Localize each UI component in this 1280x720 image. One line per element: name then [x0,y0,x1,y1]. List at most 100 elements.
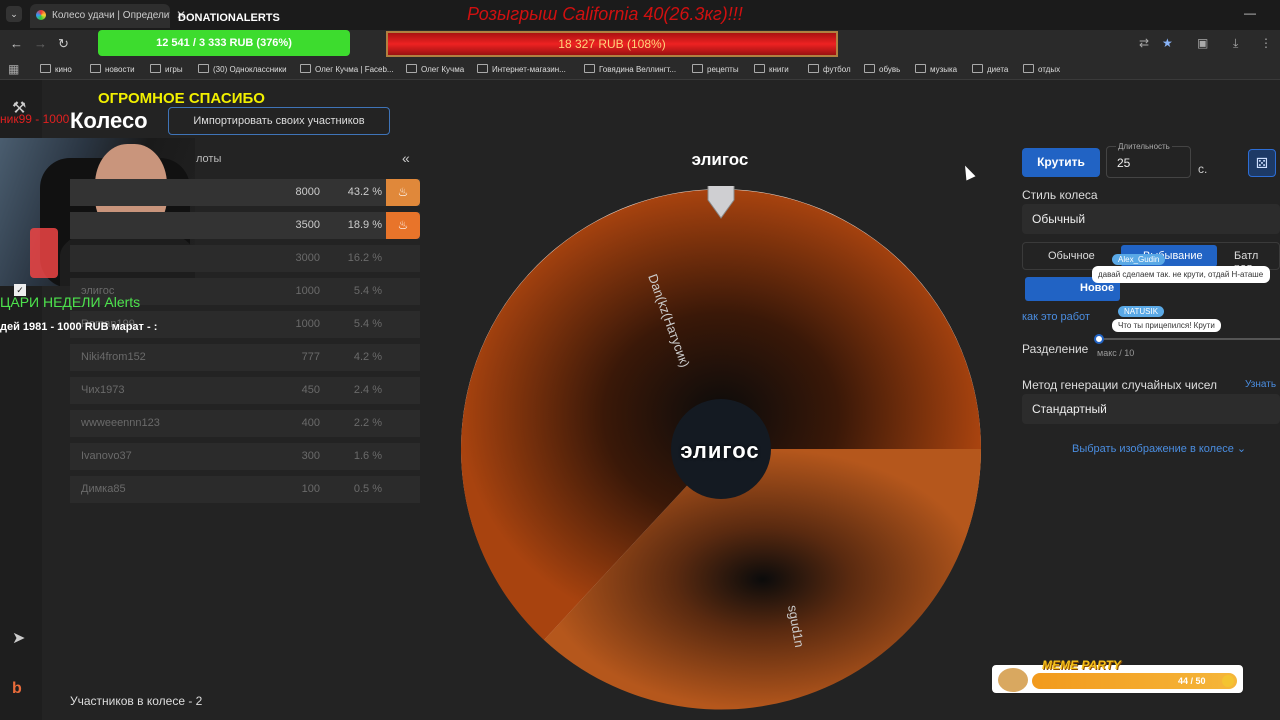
lot-amount: 400 [301,417,320,429]
alerts-overlay-tag: ЦАРИ НЕДЕЛИ Alerts [0,294,141,310]
pick-image-link[interactable]: Выбрать изображение в колесе ⌄ [1072,442,1246,455]
lot-light-icon[interactable]: ♨ [386,179,420,206]
lot-light-icon[interactable]: ♨ [386,212,420,239]
doge-icon [998,668,1028,692]
bookmark[interactable]: диета [972,64,1008,74]
lot-name: wwweeennn123 [81,417,160,429]
bookmark[interactable]: Олег Кучма | Faceb... [300,64,394,74]
wheel-center-name: элигос [680,438,760,463]
lot-percent: 4.2 % [353,351,382,363]
spin-button[interactable]: Крутить [1022,148,1100,177]
reload-icon[interactable]: ↻ [58,36,69,52]
lot-amount: 3000 [295,252,320,264]
lot-amount: 450 [301,384,320,396]
chat-text: Что ты прицепился! Крути [1118,321,1215,330]
duration-value[interactable]: 25 [1117,156,1130,170]
split-slider-knob[interactable] [1094,334,1104,344]
donation-scroller: ник99 - 1000 [0,112,70,126]
lot-row[interactable]: Niki4from152 777 4.2 % [70,344,420,371]
chat-text: давай сделаем так. не крути, отдай Н-ата… [1098,270,1264,279]
lot-percent: 16.2 % [347,252,382,264]
random-dice-icon[interactable]: ⚄ [1248,149,1276,177]
browser-menu-icon[interactable]: ⋮ [1260,36,1272,50]
rng-learn-link[interactable]: Узнать [1245,379,1276,390]
winner-label: элигос [691,150,749,169]
lot-row[interactable]: 8000 43.2 % ♨ [70,179,420,206]
lot-name: Димка85 [81,483,126,495]
bookmark[interactable]: Интернет-магазин... [477,64,566,74]
bookmark[interactable]: отдых [1023,64,1060,74]
chat-message: Что ты прицепился! Крути [1112,319,1221,332]
rng-label: Метод генерации случайных чисел [1022,378,1218,392]
bookmark[interactable]: кино [40,64,72,74]
minimize-icon[interactable]: — [1244,6,1256,20]
lot-percent: 5.4 % [353,285,382,297]
lot-amount: 8000 [295,186,320,198]
bookmark[interactable]: Олег Кучма [406,64,464,74]
donation-goal-red: 18 327 RUB (108%) [386,31,838,57]
telegram-icon[interactable]: ➤ [12,628,25,648]
lot-row[interactable]: 3000 16.2 % [70,245,420,272]
download-icon[interactable]: ⤓ [1233,36,1238,51]
import-participants-button[interactable]: Импортировать своих участников [168,107,390,135]
raffle-banner: Розыгрыш California 40(26.3кг)!!! [467,4,743,24]
lot-percent: 1.6 % [353,450,382,462]
lot-percent: 5.4 % [353,318,382,330]
mode-tab[interactable]: Обычное [1048,250,1095,262]
chevron-down-icon: ⌄ [1236,443,1247,455]
alerts-overlay-strip: дей 1981 - 1000 RUB марат - : [0,321,158,333]
bookmark[interactable]: (30) Одноклассники [198,64,287,74]
chat-username: Alex_Gudin [1112,254,1166,265]
lot-row[interactable]: wwweeennn123 400 2.2 % [70,410,420,437]
lot-row[interactable]: Димка85 100 0.5 % [70,476,420,503]
split-label: Разделение [1022,342,1089,356]
back-icon[interactable]: ← [10,36,23,51]
pick-image-label: Выбрать изображение в колесе [1072,443,1234,455]
bookmark[interactable]: рецепты [692,64,739,74]
bookmark[interactable]: музыка [915,64,957,74]
forward-icon[interactable]: → [34,36,47,51]
red-light [30,228,58,278]
brand-logo-icon[interactable]: b [12,680,22,698]
lot-name: Niki4from152 [81,351,146,363]
bookmark[interactable]: Говядина Веллингт... [584,64,676,74]
bookmark[interactable]: новости [90,64,135,74]
meme-party-count: 44 / 50 [1178,676,1206,686]
lot-amount: 1000 [295,285,320,297]
lot-percent: 0.5 % [353,483,382,495]
bookmark[interactable]: обувь [864,64,900,74]
lot-name: Чих1973 [81,384,125,396]
bookmark[interactable]: игры [150,64,183,74]
how-it-works-link[interactable]: как это работ [1022,311,1090,323]
lot-row[interactable]: Чих1973 450 2.4 % [70,377,420,404]
bookmark[interactable]: футбол [808,64,851,74]
lot-row[interactable]: Ivanovo37 300 1.6 % [70,443,420,470]
lot-amount: 3500 [295,219,320,231]
wheel-style-label: Стиль колеса [1022,188,1098,202]
meme-progress-bar [1032,673,1237,689]
lots-label: лоты [196,153,222,165]
rng-select[interactable]: Стандартный [1022,394,1280,424]
mouse-cursor-icon [960,163,976,181]
lot-name: Ivanovo37 [81,450,132,462]
thanks-overlay: ОГРОМНОЕ СПАСИБО [98,90,265,107]
duration-unit: с. [1198,162,1208,176]
collapse-icon[interactable]: « [402,150,410,166]
bookmark[interactable]: книги [754,64,789,74]
duration-label: Длительность [1116,142,1172,151]
wheel-style-select[interactable]: Обычный [1022,204,1280,234]
lot-row[interactable]: 3500 18.9 % ♨ [70,212,420,239]
apps-grid-icon[interactable]: ▦ [8,62,19,76]
translate-icon[interactable]: ⇄ [1139,36,1149,50]
participants-count: Участников в колесе - 2 [70,694,203,708]
split-slider-track[interactable] [1097,338,1280,340]
wheel-favicon-icon [36,10,46,20]
lot-amount: 777 [301,351,320,363]
extensions-icon[interactable]: ▣ [1197,36,1208,50]
browser-tab[interactable]: Колесо удачи | Определите по [30,4,170,28]
tab-title: Колесо удачи | Определите по [52,10,170,21]
star-icon[interactable]: ★ [1162,36,1173,50]
split-hint: макс / 10 [1097,348,1135,358]
page-title: Колесо [70,108,148,133]
tab-menu-icon[interactable]: ⌄ [6,6,22,22]
